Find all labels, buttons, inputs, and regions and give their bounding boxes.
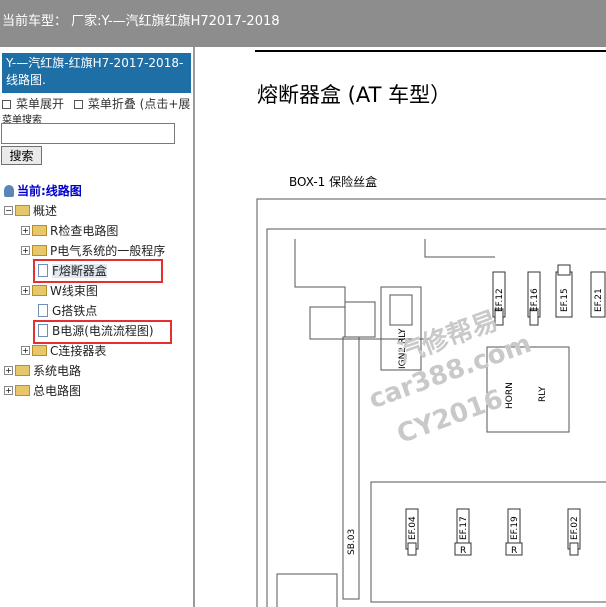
sidebar: Y-—汽红旗-红旗H7-2017-2018- 线路图. 菜单展开 菜单折叠 (点… <box>0 47 195 607</box>
tree-item-label: 系统电路 <box>33 364 82 378</box>
highlight-box-power <box>33 320 172 344</box>
fuse-ef16-label: EF.16 <box>530 288 540 312</box>
tree-item-p[interactable]: + P电气系统的一般程序 <box>21 242 165 260</box>
expand-icon[interactable]: + <box>4 386 13 395</box>
folder-icon <box>32 285 47 296</box>
current-label: 当前:线路图 <box>17 184 82 198</box>
search-input[interactable] <box>1 123 175 144</box>
folder-icon <box>32 345 47 356</box>
expand-icon[interactable]: + <box>21 226 30 235</box>
top-bar: 当前车型： 厂家:Y-—汽红旗红旗H72017-2018 . <box>0 0 606 47</box>
checkbox-icon <box>73 99 83 109</box>
fuse-ef04-label: EF.04 <box>408 516 418 540</box>
menu-collapse-link[interactable]: 菜单折叠 (点击+展 <box>88 97 191 111</box>
fuse-ef02-leg <box>569 542 579 556</box>
document-pane: 熔断器盒 (AT 车型） BOX-1 保险丝盒 EF.12 EF.16 EF.1… <box>195 47 606 607</box>
tree-item-c[interactable]: + C连接器表 <box>21 342 106 360</box>
fuse-ef02-label: EF.02 <box>570 516 580 540</box>
sb-fuse-strip <box>342 336 360 600</box>
expand-icon[interactable]: + <box>4 366 13 375</box>
fuse-box-diagram: EF.12 EF.16 EF.15 EF.21 IGN2 RLY HORN RL… <box>256 198 606 607</box>
fuse-ef04-leg <box>407 542 417 556</box>
document-icon <box>38 304 48 317</box>
folder-icon <box>15 365 30 376</box>
tree-item-g[interactable]: G搭铁点 <box>38 302 97 320</box>
menu-expand-link[interactable]: 菜单展开 <box>16 97 64 111</box>
tree-item-label: C连接器表 <box>50 344 107 358</box>
tree-item-overview[interactable]: − 概述 <box>4 202 57 220</box>
checkbox-icon <box>2 99 11 109</box>
menu-toggle-line: 菜单展开 菜单折叠 (点击+展 <box>2 95 190 112</box>
r-mark: R <box>511 546 517 556</box>
current-location-icon <box>4 184 14 197</box>
title-dot: . <box>276 10 281 25</box>
fuse-ef12-label: EF.12 <box>495 288 505 312</box>
tree-item-label: G搭铁点 <box>52 304 98 318</box>
collapse-icon[interactable]: − <box>4 206 13 215</box>
horn-label: HORN <box>505 382 515 409</box>
fuse-ef15-cap <box>557 264 571 276</box>
tree-item-label: W线束图 <box>50 284 98 298</box>
tree-item-label: 总电路图 <box>33 384 82 398</box>
current-vehicle-title: 当前车型： 厂家:Y-—汽红旗红旗H72017-2018 <box>2 14 280 29</box>
tree-item-w[interactable]: + W线束图 <box>21 282 98 300</box>
fuse-box-outline <box>256 198 606 607</box>
connector-block <box>344 301 376 338</box>
tree-item-label: 概述 <box>33 204 58 218</box>
fuse-ef17-label: EF.17 <box>459 516 469 540</box>
folder-icon <box>32 225 47 236</box>
folder-icon <box>32 245 47 256</box>
highlight-box-fuse <box>33 259 163 283</box>
current-node[interactable]: 当前:线路图 <box>4 182 82 200</box>
tree-item-label: P电气系统的一般程序 <box>50 244 166 258</box>
bottom-block <box>276 573 338 607</box>
expand-icon[interactable]: + <box>21 246 30 255</box>
fuse-ef21-label: EF.21 <box>594 288 604 312</box>
tree-item-r[interactable]: + R检查电路图 <box>21 222 118 240</box>
tree-item-system[interactable]: + 系统电路 <box>4 362 81 380</box>
search-button[interactable]: 搜索 <box>1 146 42 165</box>
fuse-ef19-label: EF.19 <box>510 516 520 540</box>
r-mark: R <box>460 546 466 556</box>
model-title[interactable]: Y-—汽红旗-红旗H7-2017-2018- 线路图. <box>2 53 191 93</box>
sb-label: SB.03 <box>347 529 357 555</box>
ign-relay-inner <box>389 294 413 326</box>
tree-item-label: R检查电路图 <box>50 224 119 238</box>
top-wire <box>294 239 430 340</box>
tree-item-general[interactable]: + 总电路图 <box>4 382 81 400</box>
expand-icon[interactable]: + <box>21 286 30 295</box>
upper-wire <box>424 239 495 258</box>
folder-icon <box>15 205 30 216</box>
rly-label: RLY <box>538 386 548 402</box>
fuse-ef15-label: EF.15 <box>560 288 570 312</box>
folder-icon <box>15 385 30 396</box>
expand-icon[interactable]: + <box>21 346 30 355</box>
